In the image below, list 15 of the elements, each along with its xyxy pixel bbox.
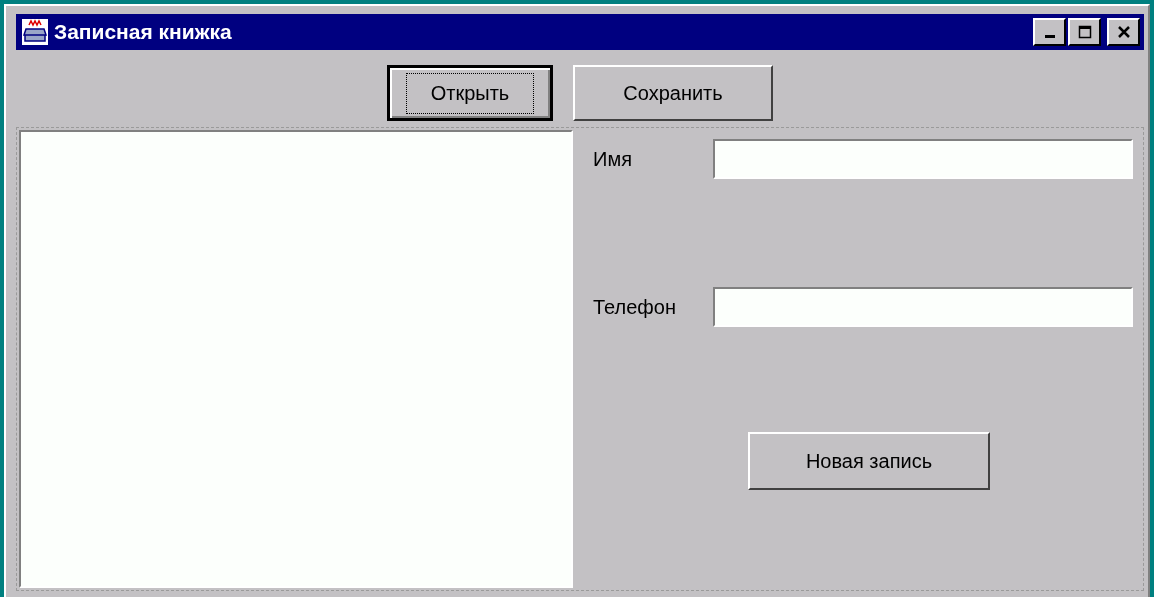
field-label: Имя [593, 147, 633, 171]
maximize-icon [1076, 25, 1093, 39]
notebook-icon [22, 19, 48, 45]
toolbar-button[interactable]: Сохранить [573, 65, 773, 121]
close-button[interactable] [1107, 18, 1140, 46]
close-icon [1115, 25, 1132, 39]
new-entry-button[interactable]: Новая запись [748, 432, 990, 490]
toolbar-button[interactable]: Открыть [387, 65, 553, 121]
minimize-button[interactable] [1033, 18, 1066, 46]
minimize-icon [1044, 35, 1055, 38]
input-field[interactable] [713, 139, 1133, 179]
field-label: Телефон [593, 295, 677, 319]
window-title: Записная книжка [54, 20, 232, 44]
input-field[interactable] [713, 287, 1133, 327]
maximize-button[interactable] [1068, 18, 1101, 46]
